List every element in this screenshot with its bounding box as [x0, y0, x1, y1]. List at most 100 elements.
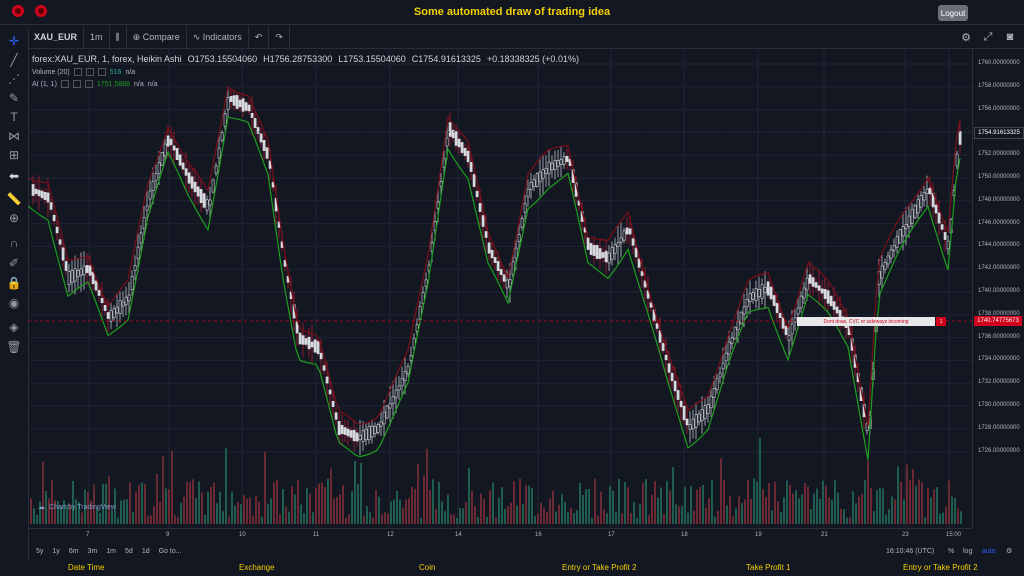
- range-1m[interactable]: 1m: [106, 548, 116, 555]
- volume-bar: [186, 482, 188, 524]
- draw-mode-tool[interactable]: ✐: [6, 255, 22, 271]
- candle-body: [601, 252, 605, 258]
- crosshair-tool[interactable]: ✛: [6, 33, 22, 49]
- volume-bar: [387, 513, 389, 524]
- scale-settings[interactable]: ⚙: [1006, 547, 1021, 555]
- pattern-tool[interactable]: ⋈: [6, 128, 22, 144]
- volume-bar: [816, 488, 818, 524]
- visibility-icon[interactable]: [73, 68, 82, 76]
- candle-body: [334, 412, 338, 420]
- ai-na: n/a: [134, 80, 144, 88]
- candle-body: [628, 228, 632, 235]
- back-tool[interactable]: ⬅: [6, 168, 22, 184]
- trendline-tool[interactable]: ╱: [6, 52, 22, 68]
- volume-bar: [312, 512, 314, 524]
- undo-button[interactable]: ↶: [249, 26, 270, 48]
- idea-marker[interactable]: 1: [936, 317, 946, 326]
- log-toggle[interactable]: log: [963, 548, 972, 555]
- volume-bar: [327, 478, 329, 524]
- volume-bar: [150, 515, 152, 524]
- lock-icon: 🔒: [6, 276, 22, 290]
- time-axis[interactable]: 7 9 10 11 12 14 16 17 18 19 21 23 15:00: [28, 528, 972, 543]
- volume-bar: [687, 512, 689, 524]
- volume-bar: [582, 494, 584, 524]
- candle-body: [313, 339, 317, 353]
- candle-body: [211, 179, 215, 193]
- range-1y[interactable]: 1y: [52, 548, 59, 555]
- time-tick: 23: [902, 532, 909, 538]
- volume-bar: [549, 498, 551, 524]
- interval-button[interactable]: 1m: [84, 26, 110, 48]
- fullscreen-button[interactable]: ⤢: [978, 26, 998, 48]
- candle-body: [817, 285, 821, 291]
- fib-tool[interactable]: ⋰: [6, 71, 22, 87]
- volume-bar: [657, 497, 659, 524]
- legend-low: L1753.15504060: [338, 54, 406, 64]
- settings-icon[interactable]: [85, 68, 94, 76]
- candle-body: [694, 414, 698, 428]
- magnet-tool[interactable]: ∩: [6, 235, 22, 251]
- volume-bar: [783, 497, 785, 524]
- candle-body: [97, 290, 101, 296]
- candle-body: [493, 257, 497, 263]
- volume-bar: [894, 499, 896, 524]
- compare-button[interactable]: ⊕ Compare: [127, 26, 187, 48]
- volume-bar: [273, 482, 275, 524]
- ruler-tool[interactable]: 📏: [6, 191, 22, 207]
- delete-tool[interactable]: 🗑: [6, 339, 22, 355]
- candle-body: [502, 274, 506, 282]
- candle-body: [790, 323, 794, 335]
- visibility-tool[interactable]: ◉: [6, 295, 22, 311]
- goto-button[interactable]: Go to...: [159, 548, 182, 555]
- volume-bar: [951, 496, 953, 524]
- candle-body: [301, 335, 305, 345]
- candle-body: [685, 418, 689, 426]
- close-icon[interactable]: [84, 80, 93, 88]
- percent-toggle[interactable]: %: [948, 548, 954, 555]
- redo-button[interactable]: ↷: [269, 26, 290, 48]
- range-1d[interactable]: 1d: [142, 548, 150, 555]
- volume-bar: [579, 483, 581, 524]
- candle-body: [763, 287, 767, 293]
- volume-bar: [171, 450, 173, 524]
- range-5y[interactable]: 5y: [36, 548, 43, 555]
- idea-label[interactable]: Dont draw, CVC or sideways incoming: [797, 317, 935, 326]
- symbol-search[interactable]: XAU_EUR: [28, 26, 85, 48]
- tradingview-watermark[interactable]: ☁ Chart by TradingView: [38, 503, 116, 512]
- range-6m[interactable]: 6m: [69, 548, 79, 555]
- candle-body: [553, 160, 557, 170]
- snapshot-button[interactable]: ◙: [1000, 26, 1020, 48]
- volume-bar: [399, 499, 401, 524]
- candle-body: [34, 188, 38, 195]
- auto-toggle[interactable]: auto: [982, 548, 996, 555]
- text-tool[interactable]: T: [6, 109, 22, 125]
- close-icon[interactable]: [97, 68, 106, 76]
- volume-bar: [366, 506, 368, 524]
- lock-tool[interactable]: 🔒: [6, 275, 22, 291]
- volume-bar: [717, 510, 719, 524]
- candle-body: [109, 310, 113, 322]
- range-5d[interactable]: 5d: [125, 548, 133, 555]
- volume-bar: [954, 497, 956, 524]
- price-chart[interactable]: [28, 48, 972, 528]
- range-3m[interactable]: 3m: [88, 548, 98, 555]
- brush-tool[interactable]: ✎: [6, 90, 22, 106]
- settings-button[interactable]: ⚙: [956, 26, 976, 48]
- volume-bar: [534, 516, 536, 524]
- layers-tool[interactable]: ◈: [6, 319, 22, 335]
- volume-bar: [303, 513, 305, 524]
- settings-icon[interactable]: [72, 80, 81, 88]
- logout-button[interactable]: Logout: [938, 5, 968, 21]
- candle-body: [85, 265, 89, 273]
- volume-bar: [942, 512, 944, 524]
- candle-body: [619, 237, 623, 243]
- chart-style-button[interactable]: ⫼: [110, 26, 127, 48]
- prediction-tool[interactable]: ⊞: [6, 147, 22, 163]
- candle-body: [901, 226, 905, 237]
- indicators-button[interactable]: ∿ Indicators: [187, 26, 249, 48]
- zoom-tool[interactable]: ⊕: [6, 210, 22, 226]
- volume-bar: [633, 502, 635, 524]
- visibility-icon[interactable]: [60, 80, 69, 88]
- candle-body: [655, 323, 659, 329]
- candle-body: [883, 262, 887, 270]
